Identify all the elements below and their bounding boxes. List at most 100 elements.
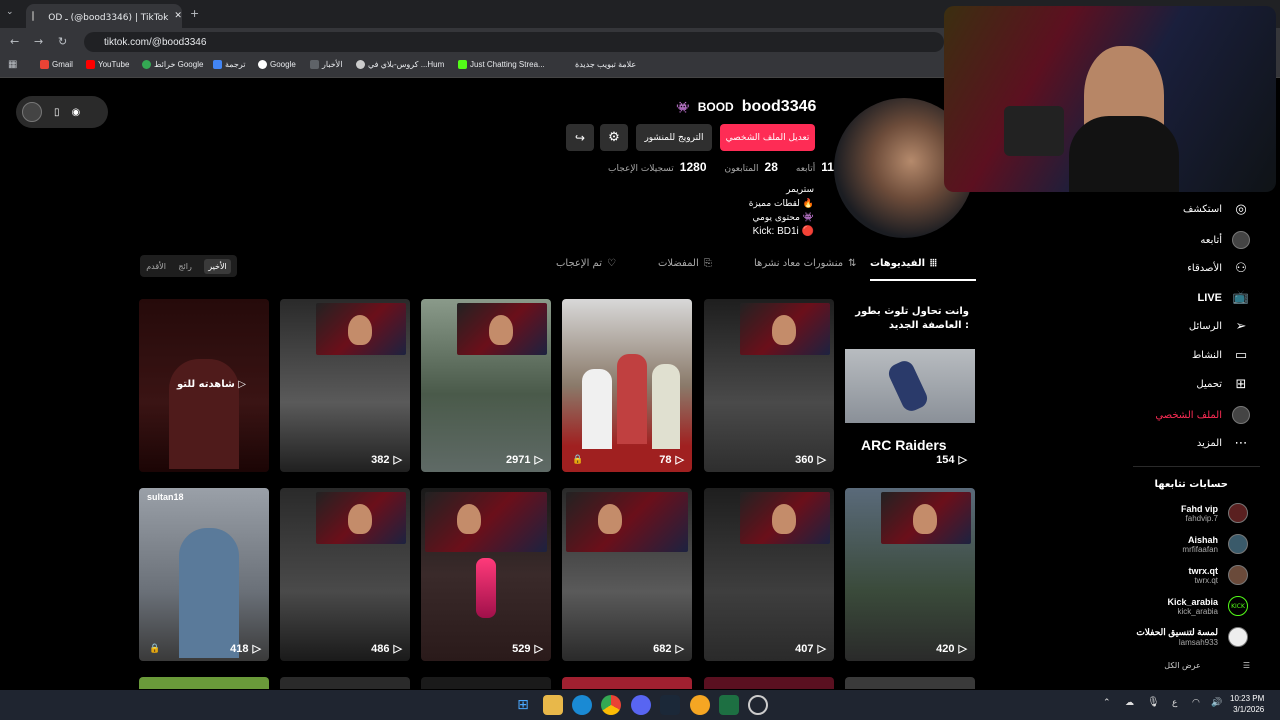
video-thumb-partial[interactable] (280, 677, 410, 689)
promote-post-button[interactable]: الترويج للمنشور (636, 124, 712, 151)
watched-label: شاهدته للتو ▷ (177, 379, 246, 390)
followers-count[interactable]: 28 (765, 160, 778, 174)
sidebar-item-friends[interactable]: الأصدقاء ⚇ (1187, 261, 1250, 276)
browser-tab[interactable]: ﾠOD ـ (@bood3346) | TikTok ✕ (26, 4, 182, 28)
forward-icon[interactable]: → (34, 35, 43, 48)
streamer-cam (740, 492, 830, 544)
sidebar-item-profile[interactable]: الملف الشخصي (1155, 406, 1250, 424)
video-thumb-partial[interactable] (845, 677, 975, 689)
video-thumb[interactable]: 360 ▷ (704, 299, 834, 472)
tab-search-icon[interactable]: ⌄ (6, 7, 14, 17)
sidebar-item-more[interactable]: المزيد ⋯ (1197, 436, 1250, 451)
reload-icon[interactable]: ↻ (58, 35, 67, 48)
obs-icon[interactable] (748, 695, 768, 715)
view-count-text: 529 (512, 642, 531, 655)
bookmark-google[interactable]: Google (258, 60, 296, 69)
activity-icon: ▭ (1234, 348, 1248, 363)
compass-icon[interactable]: ◉ (72, 107, 81, 118)
bookmark-translate[interactable]: ترجمة (213, 60, 246, 69)
bookmark-maps[interactable]: خرائط Google (142, 60, 203, 69)
video-thumb[interactable]: 682 ▷ (562, 488, 692, 661)
edge-icon[interactable] (572, 695, 592, 715)
bookmark-crossplay[interactable]: كروس-بلاي في ...Hum (356, 60, 444, 69)
repost-icon: ⇅ (848, 258, 857, 269)
video-thumb[interactable]: 🔒 78 ▷ (562, 299, 692, 472)
video-thumb-partial[interactable] (139, 677, 269, 689)
video-thumb[interactable]: 486 ▷ (280, 488, 410, 661)
tab-videos[interactable]: الفيديوهات ⦙⦙⦙ (870, 258, 937, 269)
back-icon[interactable]: ← (10, 35, 19, 48)
microphone-icon[interactable]: 🎙 (1147, 697, 1160, 708)
clock[interactable]: 10:23 PM 3/1/2026 (1230, 693, 1264, 715)
sidebar-item-following[interactable]: أتابعه (1200, 231, 1250, 249)
view-count-text: 360 (795, 453, 814, 466)
account-item[interactable]: Kick_arabia kick_arabia KICK (1167, 596, 1248, 616)
video-thumb[interactable]: 407 ▷ (704, 488, 834, 661)
edit-profile-button[interactable]: تعديل الملف الشخصي (720, 124, 815, 151)
video-thumb-partial[interactable] (421, 677, 551, 689)
windows-start-icon[interactable]: ⊞ (513, 695, 533, 715)
sort-latest[interactable]: الأخير (204, 258, 231, 274)
share-icon[interactable]: ↪ (566, 124, 594, 151)
account-item[interactable]: لمسة لتنسيق الحفلات lamsah933 (1136, 627, 1248, 647)
sidebar-item-explore[interactable]: استكشف ◎ (1183, 202, 1250, 217)
sidebar-item-live[interactable]: LIVE 📺 (1198, 290, 1250, 305)
new-tab-icon[interactable]: + (190, 7, 199, 20)
sidebar-label: استكشف (1183, 204, 1222, 215)
video-thumb-partial[interactable] (704, 677, 834, 689)
tab-reposts[interactable]: منشورات معاد نشرها ⇅ (754, 258, 856, 269)
account-handle: mrfifaafan (1182, 544, 1218, 554)
tab-liked[interactable]: تم الإعجاب ♡ (556, 258, 616, 269)
tab-favorites[interactable]: المفضلات ⎘ (658, 258, 712, 269)
video-thumb[interactable]: sultan18 🔒 418 ▷ (139, 488, 269, 661)
settings-icon[interactable]: ⚙ (600, 124, 628, 151)
see-all-label: عرض الكل (1164, 661, 1201, 670)
video-thumb[interactable]: 529 ▷ (421, 488, 551, 661)
video-thumb[interactable]: 420 ▷ (845, 488, 975, 661)
file-explorer-icon[interactable] (543, 695, 563, 715)
sidebar-item-upload[interactable]: تحميل ⊞ (1196, 377, 1250, 392)
sort-popular[interactable]: رائج (178, 262, 191, 271)
sort-oldest[interactable]: الأقدم (146, 262, 166, 271)
close-tab-icon[interactable]: ✕ (174, 11, 182, 21)
account-item[interactable]: twrx.qt twrx.qt (1188, 565, 1248, 585)
bookmark-new-tab[interactable]: علامة تبويب جديدة (575, 60, 636, 69)
sidebar-item-activity[interactable]: النشاط ▭ (1192, 348, 1250, 363)
gmail-icon (40, 60, 49, 69)
bookmark-news[interactable]: الأخبار (310, 60, 342, 69)
phone-icon[interactable]: ▯ (54, 107, 60, 118)
apps-icon[interactable]: ▦ (8, 59, 17, 70)
maps-icon (142, 60, 151, 69)
bookmark-gmail[interactable]: Gmail (40, 60, 73, 69)
tray-chevron-icon[interactable]: ⌃ (1103, 698, 1111, 708)
avatar[interactable] (22, 102, 42, 122)
excel-icon[interactable] (719, 695, 739, 715)
video-thumb[interactable]: 382 ▷ (280, 299, 410, 472)
steam-icon[interactable] (660, 695, 680, 715)
chrome-icon[interactable] (601, 695, 621, 715)
account-item[interactable]: Aishah mrfifaafan (1182, 534, 1248, 554)
language-indicator[interactable]: ع (1172, 698, 1177, 708)
app-icon[interactable] (690, 695, 710, 715)
bookmark-kick[interactable]: Just Chatting Strea... (458, 60, 545, 69)
video-thumb[interactable]: وانت تحاول تلوث بطور العاصفة الجديد : AR… (845, 299, 975, 472)
bookmark-youtube[interactable]: YouTube (86, 60, 129, 69)
see-all-link[interactable]: عرض الكل ☰ (1164, 661, 1250, 670)
video-thumb[interactable]: شاهدته للتو ▷ (139, 299, 269, 472)
video-thumb-partial[interactable] (562, 677, 692, 689)
url-field[interactable]: tiktok.com/@bood3346 (84, 32, 944, 52)
sidebar-item-messages[interactable]: الرسائل ➢ (1189, 319, 1250, 334)
sidebar-label: الملف الشخصي (1155, 409, 1222, 421)
play-icon: ▷ (675, 454, 684, 466)
divider (1133, 466, 1260, 467)
network-icon[interactable]: ☁ (1125, 698, 1134, 708)
volume-icon[interactable]: 🔊 (1211, 698, 1222, 708)
discord-icon[interactable] (631, 695, 651, 715)
sidebar-label: المزيد (1196, 438, 1222, 449)
following-count[interactable]: 11 (821, 160, 834, 174)
bio-line: محتوى يومي 👾 (752, 213, 814, 223)
wifi-icon[interactable]: ◠ (1192, 698, 1200, 708)
account-item[interactable]: Fahd vip fahdvip.7 (1181, 503, 1248, 523)
video-thumb[interactable]: 2971 ▷ (421, 299, 551, 472)
view-count-text: 154 (936, 453, 955, 466)
